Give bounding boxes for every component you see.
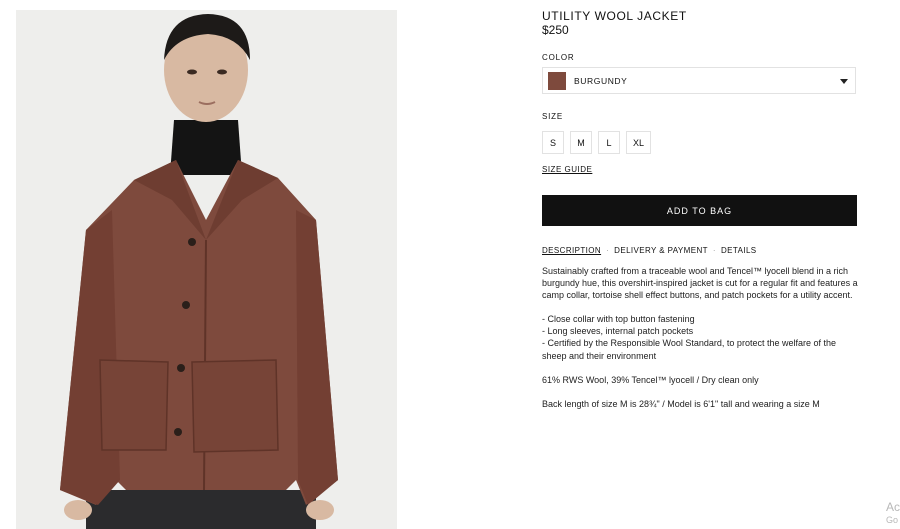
color-select[interactable]: BURGUNDY — [542, 67, 856, 94]
size-option-xl[interactable]: XL — [626, 131, 652, 154]
size-option-l[interactable]: L — [598, 131, 620, 154]
tab-delivery-payment[interactable]: DELIVERY & PAYMENT — [614, 246, 708, 255]
activation-watermark: Ac Go — [886, 501, 900, 527]
tab-details[interactable]: DETAILS — [721, 246, 757, 255]
size-label: SIZE — [542, 112, 563, 121]
color-swatch — [548, 71, 566, 90]
product-image[interactable] — [16, 10, 397, 529]
add-to-bag-button[interactable]: ADD TO BAG — [542, 195, 857, 226]
description-text: Sustainably crafted from a traceable woo… — [542, 265, 858, 422]
description-intro: Sustainably crafted from a traceable woo… — [542, 266, 858, 301]
info-tabs: DESCRIPTION · DELIVERY & PAYMENT · DETAI… — [542, 246, 757, 255]
size-options: S M L XL — [542, 131, 652, 154]
tab-separator: · — [606, 246, 610, 255]
color-label: COLOR — [542, 53, 575, 62]
composition-text: 61% RWS Wool, 39% Tencel™ lyocell / Dry … — [542, 374, 759, 385]
model-illustration — [16, 10, 397, 529]
watermark-line1: Ac — [885, 500, 900, 514]
feature-item: - Certified by the Responsible Wool Stan… — [542, 338, 836, 361]
feature-list: - Close collar with top button fastening… — [542, 313, 858, 361]
size-option-m[interactable]: M — [570, 131, 592, 154]
tab-separator: · — [712, 246, 716, 255]
size-guide-link[interactable]: SIZE GUIDE — [542, 165, 592, 174]
chevron-down-icon — [840, 79, 848, 84]
tab-description[interactable]: DESCRIPTION — [542, 246, 601, 255]
product-price: $250 — [542, 23, 569, 37]
color-selected-value: BURGUNDY — [574, 75, 628, 86]
feature-item: - Close collar with top button fastening — [542, 314, 695, 325]
fit-text: Back length of size M is 28¾" / Model is… — [542, 398, 820, 409]
feature-item: - Long sleeves, internal patch pockets — [542, 326, 694, 337]
watermark-line2: Go — [885, 515, 898, 525]
size-option-s[interactable]: S — [542, 131, 564, 154]
product-title: UTILITY WOOL JACKET — [542, 9, 687, 23]
